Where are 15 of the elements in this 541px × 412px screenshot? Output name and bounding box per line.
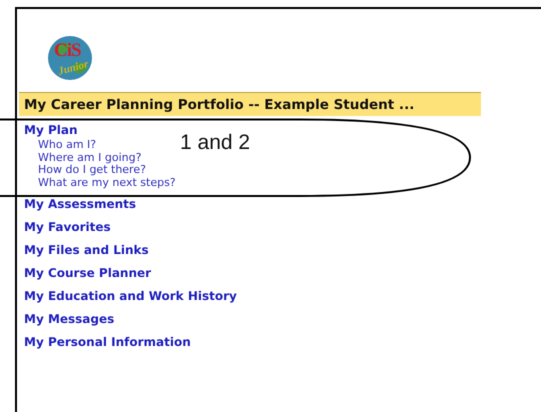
sub-link[interactable]: Where am I going?	[38, 152, 142, 164]
nav-link[interactable]: My Assessments	[24, 197, 136, 212]
logo-tagline: Junior	[56, 58, 90, 78]
portfolio-title: My Career Planning Portfolio -- Example Student ...	[19, 92, 481, 116]
sub-link[interactable]: What are my next steps?	[38, 176, 176, 189]
annotation-label: 1 and 2	[180, 131, 250, 155]
sub-link[interactable]: How do I get there?	[38, 164, 146, 176]
nav-link[interactable]: My Plan	[24, 123, 78, 138]
nav-link[interactable]: My Personal Information	[24, 335, 191, 350]
nav-link[interactable]: My Education and Work History	[24, 289, 237, 304]
sub-link[interactable]: Who am I?	[38, 139, 96, 152]
nav-link[interactable]: My Files and Links	[24, 243, 149, 258]
nav-link[interactable]: My Course Planner	[24, 266, 152, 281]
nav-link[interactable]: My Favorites	[24, 220, 111, 235]
nav-link[interactable]: My Messages	[24, 312, 114, 327]
